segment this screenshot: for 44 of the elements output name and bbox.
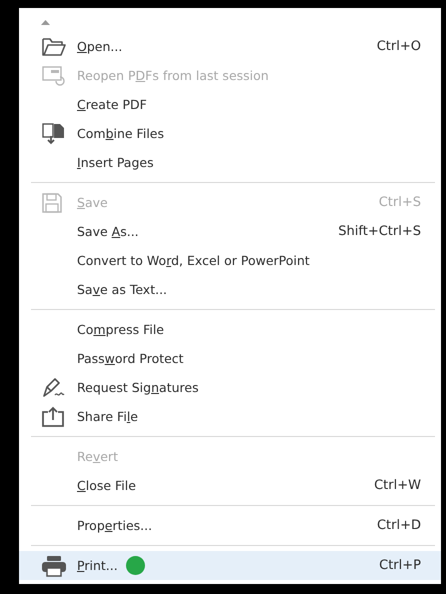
menu-item[interactable]: Print... Ctrl+P (19, 551, 441, 580)
menu-item[interactable]: Compress File (19, 315, 441, 344)
menu-item-label: Insert Pages (77, 155, 154, 170)
menu-item-label: Request Signatures (77, 380, 199, 395)
files-merge-icon (41, 122, 67, 146)
menu-item-label: Compress File (77, 322, 164, 337)
menu-item[interactable]: Save As... Shift+Ctrl+S (19, 217, 441, 246)
menu-item[interactable]: Combine Files (19, 119, 441, 148)
menu-item[interactable]: Request Signatures (19, 373, 441, 402)
shortcut-label: Ctrl+W (374, 478, 421, 493)
menu-item-label: Open... (77, 39, 122, 54)
shortcut-label: Ctrl+O (376, 39, 421, 54)
menu-item[interactable]: Convert to Word, Excel or PowerPoint (19, 246, 441, 275)
menu-item-label: Convert to Word, Excel or PowerPoint (77, 253, 310, 268)
menu-item-label: Reopen PDFs from last session (77, 68, 269, 83)
menu-item[interactable]: Open... Ctrl+O (19, 32, 441, 61)
menu-item[interactable]: Share File (19, 402, 441, 431)
menu-item[interactable]: Close File Ctrl+W (19, 471, 441, 500)
share-icon (41, 406, 65, 428)
shortcut-label: Ctrl+P (379, 558, 421, 573)
menu-item-label: Combine Files (77, 126, 164, 141)
menu-item-label: Print... (77, 558, 118, 573)
menu-item[interactable]: Save as Text... (19, 275, 441, 304)
menu-item[interactable]: Password Protect (19, 344, 441, 373)
menu-item-label: Close File (77, 478, 136, 493)
menu-item-label: Create PDF (77, 97, 147, 112)
menu-item-label: Save As... (77, 224, 139, 239)
printer-icon (41, 554, 67, 576)
menu-item[interactable]: Create PDF (19, 90, 441, 119)
shortcut-label: Shift+Ctrl+S (338, 224, 421, 239)
menu-item-label: Save (77, 195, 108, 210)
window-refresh-icon (41, 64, 67, 86)
menu-item-label: Revert (77, 449, 118, 464)
menu-item[interactable]: Insert Pages (19, 148, 441, 177)
menu-item-label: Properties... (77, 518, 152, 533)
menu-item[interactable]: Properties... Ctrl+D (19, 511, 441, 540)
shortcut-label: Ctrl+D (376, 518, 421, 533)
pen-signature-icon (41, 376, 67, 398)
scroll-up-icon[interactable] (41, 20, 50, 24)
folder-icon (41, 36, 67, 56)
shortcut-label: Ctrl+S (378, 195, 421, 210)
menu-item-label: Save as Text... (77, 282, 168, 297)
menu-item-label: Share File (77, 409, 138, 424)
menu-item-label: Password Protect (77, 351, 184, 366)
